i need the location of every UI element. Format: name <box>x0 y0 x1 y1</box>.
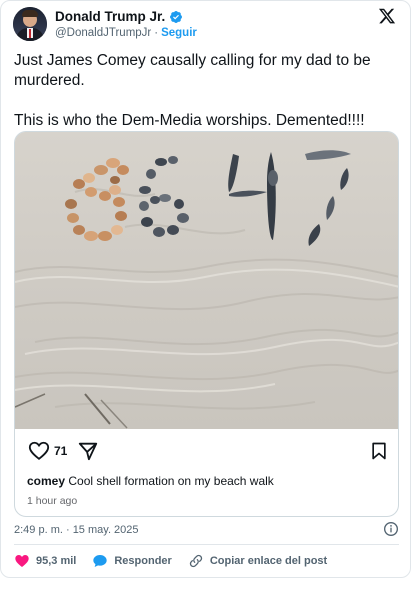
avatar[interactable] <box>13 7 47 41</box>
heart-outline-icon[interactable] <box>27 440 51 462</box>
instagram-actions: 71 <box>27 440 389 464</box>
tweet-card: Donald Trump Jr. @DonaldJTrumpJr · Segui… <box>0 0 411 578</box>
footer-divider <box>14 544 399 545</box>
x-logo-icon[interactable] <box>378 7 396 25</box>
instagram-like-count: 71 <box>54 444 68 458</box>
tweet-timestamp[interactable]: 2:49 p. m. · 15 may. 2025 <box>14 524 139 536</box>
embedded-instagram-post[interactable]: 71 comey Cool shell formation on my beac… <box>14 131 399 517</box>
author-handle[interactable]: @DonaldJTrumpJr <box>55 27 151 39</box>
separator-dot: · <box>154 27 159 39</box>
tweet-header: Donald Trump Jr. @DonaldJTrumpJr · Segui… <box>13 7 400 43</box>
author-name-row: Donald Trump Jr. <box>55 9 183 24</box>
tweet-footer: 95,3 mil Responder Copiar enlace del pos… <box>14 552 399 570</box>
copy-link-label: Copiar enlace del post <box>209 555 328 567</box>
caption-text: Cool shell formation on my beach walk <box>68 474 274 488</box>
sand-photo[interactable] <box>15 132 398 429</box>
info-icon[interactable] <box>383 521 399 537</box>
link-icon <box>189 554 203 568</box>
bookmark-icon[interactable] <box>369 440 389 462</box>
instagram-caption: comey Cool shell formation on my beach w… <box>27 474 274 488</box>
reply-label: Responder <box>114 555 172 567</box>
reply-button[interactable]: Responder <box>92 553 172 569</box>
author-handle-row: @DonaldJTrumpJr · Seguir <box>55 27 197 39</box>
sand-photo-graphic <box>15 132 398 429</box>
tweet-text: Just James Comey causally calling for my… <box>14 51 399 131</box>
caption-username[interactable]: comey <box>27 474 65 488</box>
share-paper-plane-icon[interactable] <box>77 440 99 462</box>
like-count: 95,3 mil <box>36 555 77 567</box>
follow-button[interactable]: Seguir <box>161 27 197 39</box>
tweet-text-line-1: Just James Comey causally calling for my… <box>14 52 371 89</box>
reply-bubble-icon <box>93 555 108 567</box>
tweet-text-line-2: This is who the Dem-Media worships. Deme… <box>14 112 365 129</box>
copy-link-button[interactable]: Copiar enlace del post <box>188 553 327 569</box>
verified-badge-icon <box>170 10 183 23</box>
heart-filled-icon <box>15 555 29 567</box>
instagram-time-ago: 1 hour ago <box>27 495 78 507</box>
like-button[interactable]: 95,3 mil <box>14 553 76 569</box>
author-name[interactable]: Donald Trump Jr. <box>55 9 165 24</box>
